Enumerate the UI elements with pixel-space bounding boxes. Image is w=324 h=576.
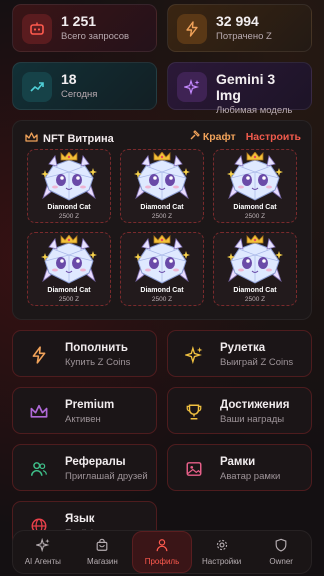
stat-total-requests: 1 251 Всего запросов <box>12 4 157 52</box>
referrals-button[interactable]: Рефералы Приглашай друзей <box>12 444 157 491</box>
stats-grid: 1 251 Всего запросов 32 994 Потрачено Z … <box>12 4 312 116</box>
stat-label: Сегодня <box>61 89 98 100</box>
stat-today: 18 Сегодня <box>12 62 157 110</box>
stat-value: 1 251 <box>61 13 97 29</box>
diamond-cat-image <box>225 151 285 211</box>
sparkles-icon <box>34 537 50 554</box>
menu-subtitle: Активен <box>65 414 101 425</box>
menu-subtitle: Выиграй Z Coins <box>220 357 294 368</box>
crown-icon <box>25 130 38 148</box>
sparkles-icon <box>182 343 206 367</box>
nft-card-name: Diamond Cat <box>233 287 277 294</box>
nav-owner[interactable]: Owner <box>251 531 311 573</box>
premium-button[interactable]: Premium Активен <box>12 387 157 434</box>
shield-icon <box>274 538 288 554</box>
nft-card-name: Diamond Cat <box>47 287 91 294</box>
nft-card[interactable]: Diamond Cat 2500 Z <box>213 232 297 306</box>
trend-up-icon <box>22 72 52 102</box>
menu-title: Рулетка <box>220 342 266 354</box>
diamond-cat-image <box>132 151 192 211</box>
frames-button[interactable]: Рамки Аватар рамки <box>167 444 312 491</box>
robot-icon <box>22 14 52 44</box>
topup-button[interactable]: Пополнить Купить Z Coins <box>12 330 157 377</box>
menu-subtitle: Купить Z Coins <box>65 357 131 368</box>
menu-title: Язык <box>65 513 95 525</box>
menu-subtitle: Приглашай друзей <box>65 471 148 482</box>
diamond-cat-image <box>132 234 192 294</box>
nft-card-name: Diamond Cat <box>47 204 91 211</box>
setup-button[interactable]: Настроить <box>246 131 301 143</box>
nav-shop[interactable]: Магазин <box>73 531 133 573</box>
nft-showcase: NFT Витрина Крафт Настроить Diamond Cat <box>12 120 312 320</box>
stat-favorite-model: Gemini 3 Img Любимая модель <box>167 62 312 116</box>
nav-label: AI Агенты <box>24 557 61 566</box>
gear-icon <box>215 538 229 554</box>
stat-value: Gemini 3 Img <box>216 71 276 103</box>
nft-card-price: 2500 Z <box>244 296 266 303</box>
menu-title: Достижения <box>220 399 290 411</box>
users-icon <box>27 457 51 481</box>
nft-card-name: Diamond Cat <box>140 287 184 294</box>
stat-value: 32 994 <box>216 13 259 29</box>
lightning-icon <box>177 14 207 44</box>
nav-profile[interactable]: Профиль <box>132 531 192 573</box>
nft-card-price: 2500 Z <box>244 213 266 220</box>
achievements-button[interactable]: Достижения Ваши награды <box>167 387 312 434</box>
nav-label: Owner <box>269 557 293 566</box>
lightning-icon <box>27 343 51 367</box>
menu-title: Рамки <box>220 456 256 468</box>
menu-subtitle: Ваши награды <box>220 414 285 425</box>
diamond-cat-image <box>39 234 99 294</box>
trophy-icon <box>182 400 206 424</box>
menu-title: Рефералы <box>65 456 126 468</box>
nav-label: Настройки <box>201 557 242 566</box>
nav-settings[interactable]: Настройки <box>192 531 252 573</box>
stat-label: Любимая модель <box>216 105 293 116</box>
nft-card-price: 2500 Z <box>151 213 173 220</box>
bottom-nav: AI Агенты Магазин Профиль Настройки Owne… <box>12 530 312 574</box>
nft-actions: Крафт Настроить <box>189 130 301 144</box>
profile-menu: Пополнить Купить Z Coins Рулетка Выиграй… <box>12 330 312 548</box>
nft-card[interactable]: Diamond Cat 2500 Z <box>27 232 111 306</box>
hammer-icon <box>189 130 200 144</box>
nft-title: NFT Витрина <box>43 133 114 145</box>
image-icon <box>182 457 206 481</box>
crown-icon <box>27 400 51 424</box>
menu-title: Пополнить <box>65 342 128 354</box>
menu-title: Premium <box>65 399 115 411</box>
nft-card-name: Diamond Cat <box>140 204 184 211</box>
nft-card-price: 2500 Z <box>58 213 80 220</box>
nft-card[interactable]: Diamond Cat 2500 Z <box>27 149 111 223</box>
nav-ai-agents[interactable]: AI Агенты <box>13 531 73 573</box>
nft-card[interactable]: Diamond Cat 2500 Z <box>120 149 204 223</box>
nav-label: Магазин <box>86 557 118 566</box>
nav-label: Профиль <box>144 557 180 566</box>
stat-spent: 32 994 Потрачено Z <box>167 4 312 52</box>
nft-card-price: 2500 Z <box>58 296 80 303</box>
craft-button[interactable]: Крафт <box>189 130 236 144</box>
craft-label: Крафт <box>202 131 236 143</box>
user-icon <box>155 538 169 554</box>
nft-card[interactable]: Diamond Cat 2500 Z <box>120 232 204 306</box>
stat-label: Всего запросов <box>61 31 130 42</box>
nft-card[interactable]: Diamond Cat 2500 Z <box>213 149 297 223</box>
bag-icon <box>95 538 109 554</box>
menu-subtitle: Аватар рамки <box>220 471 281 482</box>
nft-card-price: 2500 Z <box>151 296 173 303</box>
stat-label: Потрачено Z <box>216 31 272 42</box>
diamond-cat-image <box>39 151 99 211</box>
nft-header: NFT Витрина <box>25 130 114 148</box>
roulette-button[interactable]: Рулетка Выиграй Z Coins <box>167 330 312 377</box>
sparkles-icon <box>177 72 207 102</box>
nft-grid: Diamond Cat 2500 Z Diamond Cat 2500 Z Di… <box>27 149 297 306</box>
stat-value: 18 <box>61 71 77 87</box>
nft-card-name: Diamond Cat <box>233 204 277 211</box>
diamond-cat-image <box>225 234 285 294</box>
